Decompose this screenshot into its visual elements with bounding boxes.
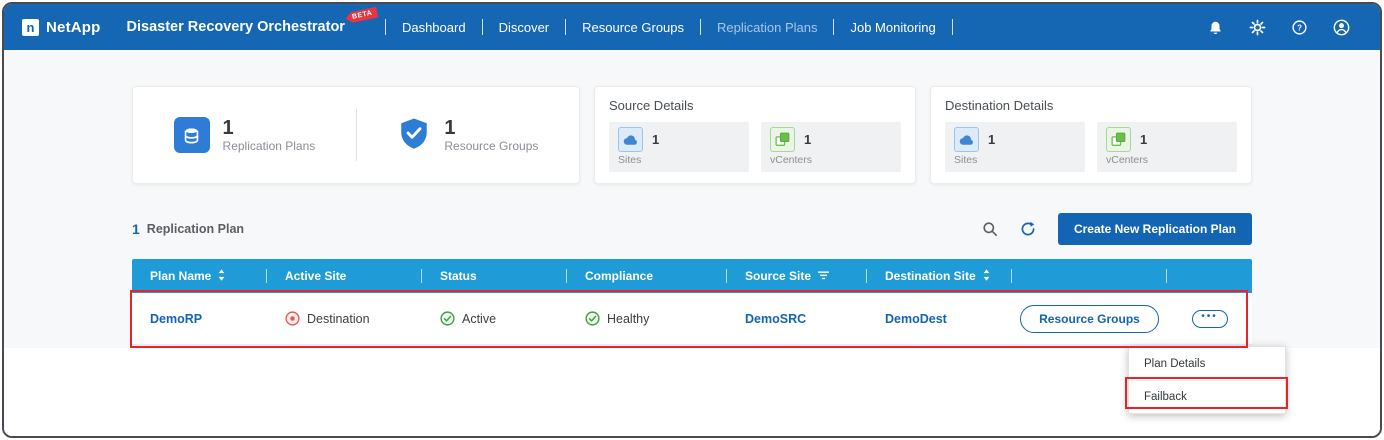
vcenter-icon [770,127,795,152]
cloud-site-icon [618,127,643,152]
app-title: Disaster Recovery Orchestrator BETA [127,19,345,35]
col-header-active-site: Active Site [267,259,422,293]
replication-plans-metric: 1 Replication Plans [173,117,316,153]
totals-card: 1 Replication Plans 1 Resource Groups [132,86,580,184]
table-header-row: Plan Name Active Site Status Compliance … [132,259,1252,293]
nav-item-replication-plans[interactable]: Replication Plans [701,20,833,35]
source-sites-label: Sites [618,154,642,166]
source-details-card: Source Details 1 Sites 1 vCenters [594,86,916,184]
filter-icon[interactable] [818,269,829,283]
source-vcenters-tile: 1 vCenters [761,122,901,172]
vcenter-icon [1106,127,1131,152]
notifications-bell-icon[interactable] [1208,20,1223,35]
nav-item-job-monitoring[interactable]: Job Monitoring [834,20,951,35]
plan-name-link[interactable]: DemoRP [150,312,202,326]
active-site-cell: Destination [285,311,370,326]
app-window: n NetApp Disaster Recovery Orchestrator … [2,2,1382,438]
netapp-logo-icon: n [22,18,39,36]
nav-item-dashboard[interactable]: Dashboard [386,20,482,35]
col-header-plan-name: Plan Name [132,259,267,293]
summary-cards-row: 1 Replication Plans 1 Resource Groups So… [132,86,1252,184]
table-row: DemoRP Destination Active Healthy DemoSR… [132,293,1252,345]
destination-details-title: Destination Details [945,98,1054,113]
source-vcenters-count: 1 [804,132,812,147]
nav-item-resource-groups[interactable]: Resource Groups [566,20,700,35]
beta-badge: BETA [345,7,379,25]
sort-icon[interactable] [218,268,225,284]
col-header-status: Status [422,259,567,293]
destination-status-icon [285,311,300,326]
nav-item-discover[interactable]: Discover [483,20,566,35]
destination-sites-label: Sites [954,154,978,166]
destination-site-link[interactable]: DemoDest [885,312,947,326]
col-header-compliance: Compliance [567,259,727,293]
card-divider [355,109,357,161]
resource-groups-metric: 1 Resource Groups [397,116,538,155]
menu-item-plan-details[interactable]: Plan Details [1129,347,1285,380]
col-header-source-site: Source Site [727,259,867,293]
destination-vcenters-count: 1 [1140,132,1148,147]
nav-divider [951,19,953,35]
destination-sites-count: 1 [988,132,996,147]
user-account-icon[interactable] [1333,19,1350,36]
status-cell: Active [440,311,496,326]
replication-plan-count: 1 [132,221,140,237]
resource-groups-count: 1 [444,117,456,139]
replication-plan-section-label: Replication Plan [146,222,245,236]
resource-groups-label: Resource Groups [444,139,539,153]
source-details-title: Source Details [609,98,694,113]
top-navigation-bar: n NetApp Disaster Recovery Orchestrator … [4,4,1380,50]
col-header-menu [1167,259,1252,293]
col-header-destination-site: Destination Site [867,259,1012,293]
compliance-cell: Healthy [585,311,649,326]
main-nav: Dashboard Discover Resource Groups Repli… [384,19,953,35]
resource-groups-button[interactable]: Resource Groups [1020,304,1159,333]
source-sites-count: 1 [652,132,660,147]
replication-plans-count: 1 [222,117,234,139]
destination-vcenters-tile: 1 vCenters [1097,122,1237,172]
help-icon[interactable]: ? [1292,19,1307,35]
destination-sites-tile: 1 Sites [945,122,1085,172]
row-actions-ellipsis-button[interactable] [1191,309,1228,328]
check-circle-icon [585,311,600,326]
replication-plans-table: Plan Name Active Site Status Compliance … [132,259,1252,345]
col-header-actions [1012,259,1167,293]
replication-plan-section-header: 1 Replication Plan Create New Replicatio… [132,212,1252,246]
source-vcenters-label: vCenters [770,154,813,166]
destination-details-card: Destination Details 1 Sites 1 vCenters [930,86,1252,184]
check-circle-icon [440,311,455,326]
menu-item-failback[interactable]: Failback [1129,380,1285,413]
topbar-icons: ? [1208,19,1350,36]
svg-text:?: ? [1297,23,1302,32]
source-site-link[interactable]: DemoSRC [745,312,806,326]
search-icon[interactable] [982,221,998,237]
source-sites-tile: 1 Sites [609,122,749,172]
sort-icon[interactable] [983,268,990,284]
replication-plans-label: Replication Plans [222,139,316,153]
resource-groups-shield-icon [397,116,431,155]
create-new-replication-plan-button[interactable]: Create New Replication Plan [1057,213,1252,245]
settings-gear-icon[interactable] [1249,19,1266,36]
netapp-logo: n NetApp [22,18,101,36]
destination-vcenters-label: vCenters [1106,154,1149,166]
row-actions-menu: Plan Details Failback [1128,346,1286,414]
refresh-icon[interactable] [1020,221,1036,237]
cloud-site-icon [954,127,979,152]
replication-plans-icon [173,117,210,153]
brand-name: NetApp [46,18,101,36]
